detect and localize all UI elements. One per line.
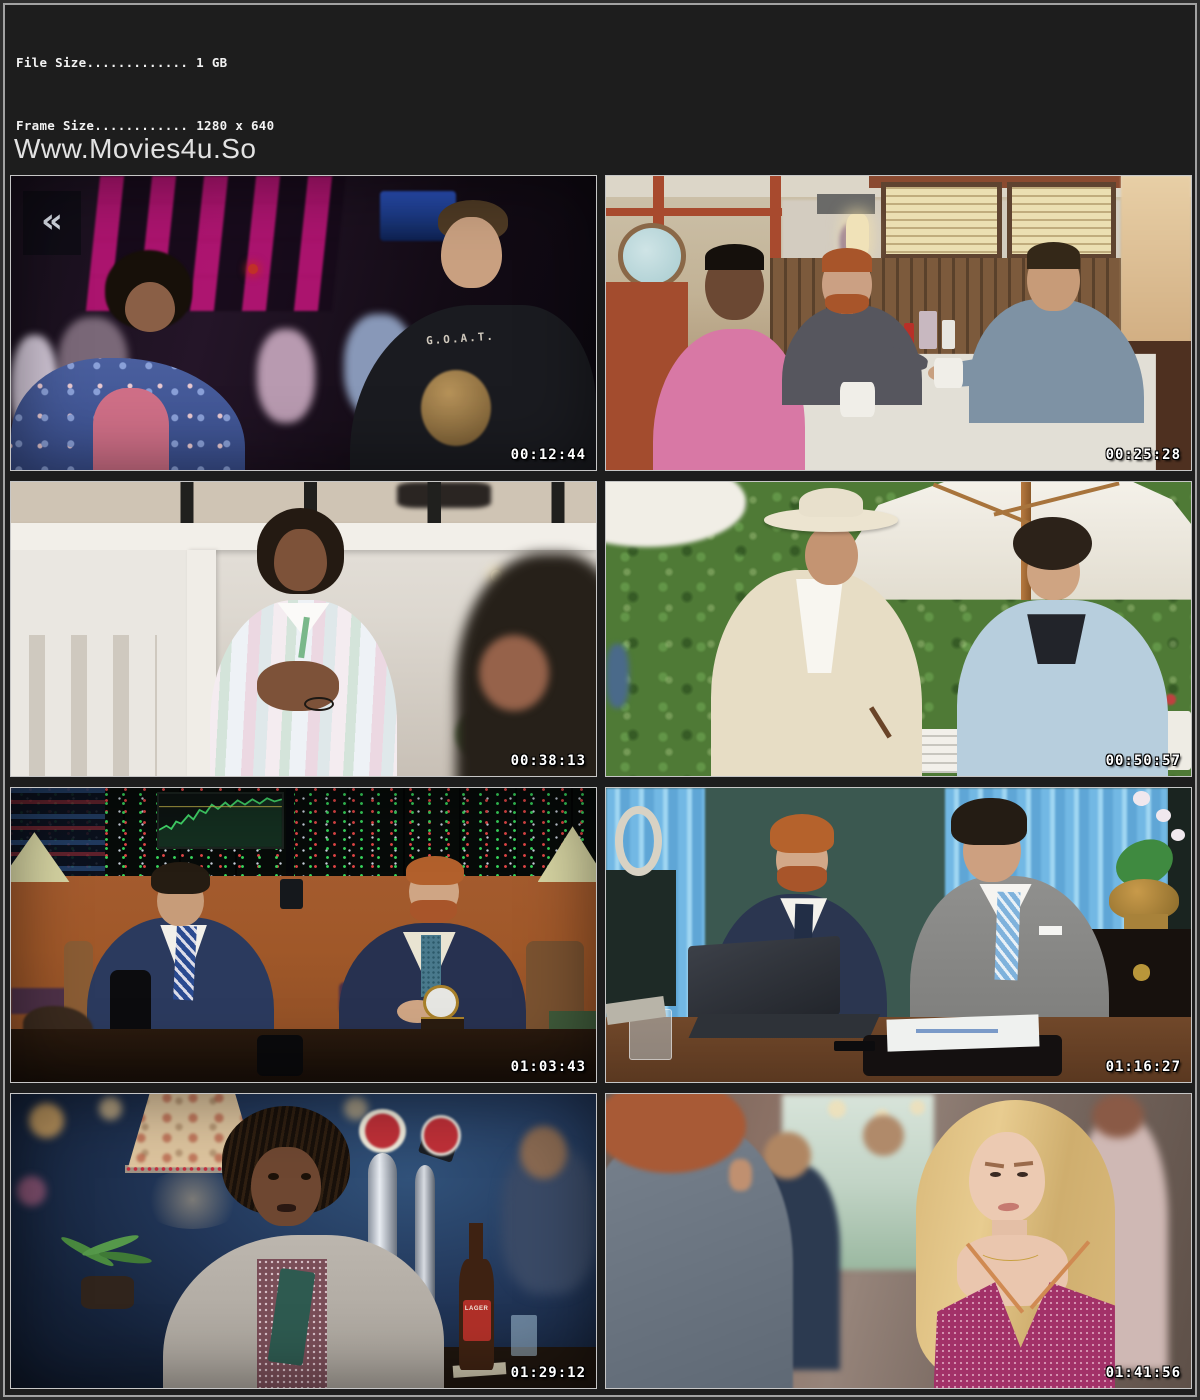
creamer	[942, 320, 955, 349]
white-document	[886, 1015, 1039, 1053]
laptop-base	[689, 1014, 881, 1038]
vignette	[11, 788, 596, 1082]
diner-scene	[606, 176, 1191, 470]
man-pink-hair	[705, 244, 764, 270]
laptop-screen	[688, 936, 840, 1026]
man-right-hair	[951, 798, 1027, 845]
screenshot-4-garden: 00:50:57	[605, 481, 1192, 777]
string-light	[828, 1100, 846, 1118]
umbrella-canopy	[817, 482, 1191, 600]
dark-cabinet-left	[606, 870, 676, 1005]
orchid-flower	[1156, 809, 1171, 822]
media-info-sheet: File Size.............1 GB Frame Size...…	[0, 0, 1200, 1400]
foreground-man-neck	[729, 1159, 752, 1191]
loft-scene	[11, 482, 596, 776]
man-face	[274, 529, 327, 591]
door-slats	[29, 635, 158, 776]
kitchen-hood	[817, 194, 876, 215]
party-scene	[606, 1094, 1191, 1388]
timestamp: 00:38:13	[511, 753, 586, 769]
pocket-square	[1039, 926, 1062, 935]
man-right-blue-striped-tie	[994, 892, 1020, 981]
man-polo-hair	[1027, 242, 1080, 268]
timestamp: 01:03:43	[511, 1059, 586, 1075]
screenshot-3-loft: 00:38:13	[10, 481, 597, 777]
timestamp: 01:16:27	[1106, 1059, 1181, 1075]
menu-board	[881, 182, 1002, 260]
orchid-flower	[1171, 829, 1185, 841]
watermark: Www.Movies4u.So	[14, 133, 256, 165]
screenshot-5-trading: 01:03:43	[10, 787, 597, 1083]
bar-scene: LAGER	[11, 1094, 596, 1388]
screenshot-7-bar: LAGER 01:29:12	[10, 1093, 597, 1389]
garden-scene	[606, 482, 1191, 776]
umbrella-left	[606, 482, 746, 547]
menu-holder	[919, 311, 937, 349]
trading-scene	[11, 788, 596, 1082]
orange-beam	[606, 208, 782, 215]
porthole-window	[618, 223, 687, 289]
phone	[834, 1041, 875, 1051]
party-guest-head	[1092, 1094, 1145, 1138]
man-right-curly-hair	[1013, 517, 1092, 570]
info-row-file-size: File Size.............1 GB	[16, 52, 274, 73]
cabinet-logo	[1133, 964, 1151, 980]
nightclub-scene: « G.O.A.T.	[11, 176, 596, 470]
coffee-mug	[840, 382, 875, 417]
screenshot-8-party: 01:41:56	[605, 1093, 1192, 1389]
vignette	[11, 176, 596, 470]
bracelet	[304, 697, 334, 711]
man-left-red-hair	[770, 814, 834, 852]
man-redhead-hair	[822, 248, 872, 272]
screenshot-2-diner: 00:25:28	[605, 175, 1192, 471]
man-left-face	[805, 526, 858, 585]
screenshot-grid: « G.O.A.T. 00:12:44	[10, 175, 1192, 1389]
coffee-mug	[934, 358, 963, 387]
timestamp: 00:50:57	[1106, 753, 1181, 769]
screenshot-1-nightclub: « G.O.A.T. 00:12:44	[10, 175, 597, 471]
timestamp: 00:12:44	[511, 447, 586, 463]
ring-sculpture	[615, 806, 662, 877]
office-scene	[606, 788, 1191, 1082]
man-left-red-beard	[777, 866, 827, 892]
string-light	[910, 1100, 925, 1115]
orange-beam	[770, 176, 782, 264]
background-guest	[606, 644, 629, 709]
gold-necklace	[977, 1235, 1043, 1261]
screenshot-6-office: 01:16:27	[605, 787, 1192, 1083]
party-guest-head	[863, 1115, 904, 1156]
vignette	[11, 1094, 596, 1388]
timestamp: 01:29:12	[511, 1365, 586, 1381]
timestamp: 01:41:56	[1106, 1365, 1181, 1381]
orchid-flower	[1133, 791, 1151, 806]
street-window	[1121, 176, 1191, 358]
timestamp: 00:25:28	[1106, 447, 1181, 463]
document-text-line	[916, 1029, 998, 1033]
foreground-ear-blur	[479, 635, 549, 711]
cowboy-hat-crown	[799, 488, 863, 517]
